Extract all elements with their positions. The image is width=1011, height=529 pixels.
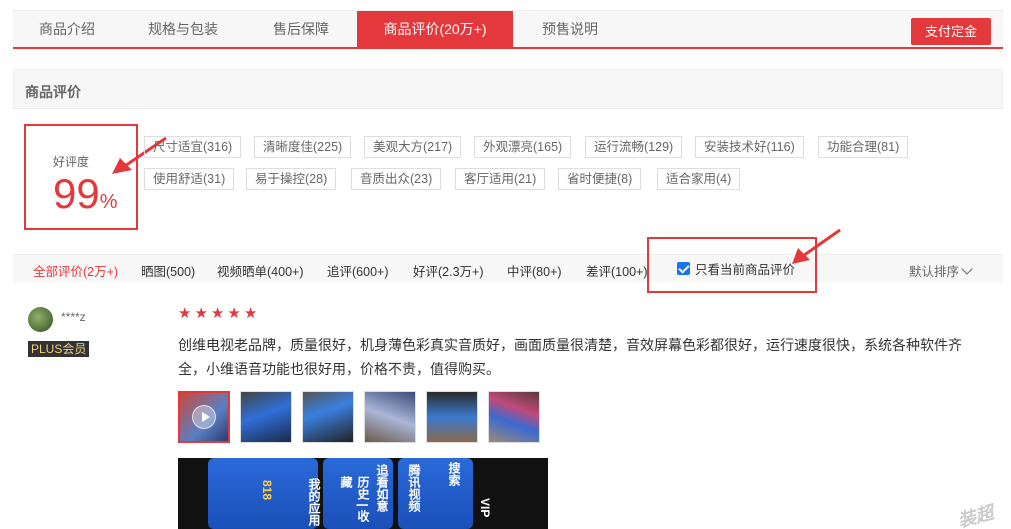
tab-specs[interactable]: 规格与包装 (121, 11, 245, 48)
play-icon (192, 405, 216, 429)
review-thumbnail[interactable] (364, 391, 416, 443)
star-icon: ★ (194, 305, 208, 322)
tag-chip[interactable]: 运行流畅(129) (585, 136, 683, 158)
star-icon: ★ (243, 305, 258, 322)
review-thumbnail[interactable] (302, 391, 354, 443)
reviewer-name: ****z (61, 310, 86, 324)
avatar[interactable] (28, 307, 53, 332)
sort-dropdown[interactable]: 默认排序 (908, 261, 973, 280)
photo-text: VIP (478, 498, 492, 518)
tag-chip[interactable]: 使用舒适(31) (144, 168, 235, 190)
score-unit: % (99, 191, 118, 213)
review-thumbnail[interactable] (488, 391, 540, 443)
section-header: 商品评价 (13, 69, 1003, 109)
filter-neutral[interactable]: 中评(80+) (507, 261, 562, 280)
photo-text: 腾讯视频 (407, 464, 421, 512)
review-thumbnail-video[interactable] (178, 391, 230, 443)
tag-chip[interactable]: 安装技术好(116) (695, 136, 804, 158)
photo-text: 搜索 (447, 462, 461, 486)
tab-after-sales[interactable]: 售后保障 (245, 11, 357, 48)
tag-chip[interactable]: 省时便捷(8) (558, 168, 642, 190)
filter-negative[interactable]: 差评(100+) (586, 261, 647, 280)
filter-video[interactable]: 视频晒单(400+) (217, 261, 303, 280)
review-text: 创维电视老品牌，质量很好，机身薄色彩真实音质好，画面质量很清楚，音效屏幕色彩都很… (178, 337, 962, 377)
star-icon: ★ (178, 305, 192, 322)
star-rating: ★ ★ ★ ★ ★ (178, 306, 257, 321)
review-thumbnail[interactable] (240, 391, 292, 443)
pay-deposit-button[interactable]: 支付定金 (911, 18, 991, 45)
chevron-down-icon (961, 263, 973, 275)
photo-text: 818 (260, 480, 274, 501)
tag-chip[interactable]: 清晰度佳(225) (254, 136, 352, 158)
photo-text: 追看如意 (375, 464, 389, 512)
review-photo-large[interactable]: 腾讯视频 搜索 VIP 追看如意 历史 | 收藏 我的应用 818 (178, 458, 548, 529)
section-title: 商品评价 (25, 84, 81, 100)
review-thumbnail[interactable] (426, 391, 478, 443)
tag-chip[interactable]: 适合家用(4) (657, 168, 741, 190)
review-filter-bar: 全部评价(2万+) 晒图(500) 视频晒单(400+) 追评(600+) 好评… (13, 254, 1003, 282)
filter-all[interactable]: 全部评价(2万+) (33, 261, 118, 280)
tag-chip[interactable]: 客厅适用(21) (455, 168, 546, 190)
tag-chip[interactable]: 音质出众(23) (351, 168, 442, 190)
tab-product-intro[interactable]: 商品介绍 (13, 11, 121, 48)
score-number: 99 (53, 170, 100, 217)
tag-chip[interactable]: 尺寸适宜(316) (144, 136, 242, 158)
photo-text: 我的应用 (307, 478, 321, 526)
filter-photos[interactable]: 晒图(500) (141, 261, 195, 280)
plus-member-badge: PLUS会员 (28, 341, 90, 357)
tab-reviews[interactable]: 商品评价(20万+) (357, 11, 513, 48)
filter-positive[interactable]: 好评(2.3万+) (413, 261, 484, 280)
tab-presale[interactable]: 预售说明 (513, 11, 627, 48)
annotation-arrow-checkbox (792, 228, 841, 264)
tag-chip[interactable]: 易于操控(28) (246, 168, 337, 190)
tag-chip[interactable]: 外观漂亮(165) (474, 136, 572, 158)
star-icon: ★ (227, 305, 241, 322)
watermark-logo: 装超值 (955, 502, 996, 529)
star-icon: ★ (210, 305, 225, 322)
tag-chip[interactable]: 美观大方(217) (364, 136, 462, 158)
tag-chip[interactable]: 功能合理(81) (818, 136, 909, 158)
sort-label: 默认排序 (908, 265, 959, 279)
product-tab-bar: 商品介绍 规格与包装 售后保障 商品评价(20万+) 预售说明 支付定金 (13, 10, 1003, 49)
photo-text: 历史 | 收藏 (339, 476, 370, 523)
filter-followup[interactable]: 追评(600+) (327, 261, 388, 280)
score-value: 99% (53, 168, 118, 228)
